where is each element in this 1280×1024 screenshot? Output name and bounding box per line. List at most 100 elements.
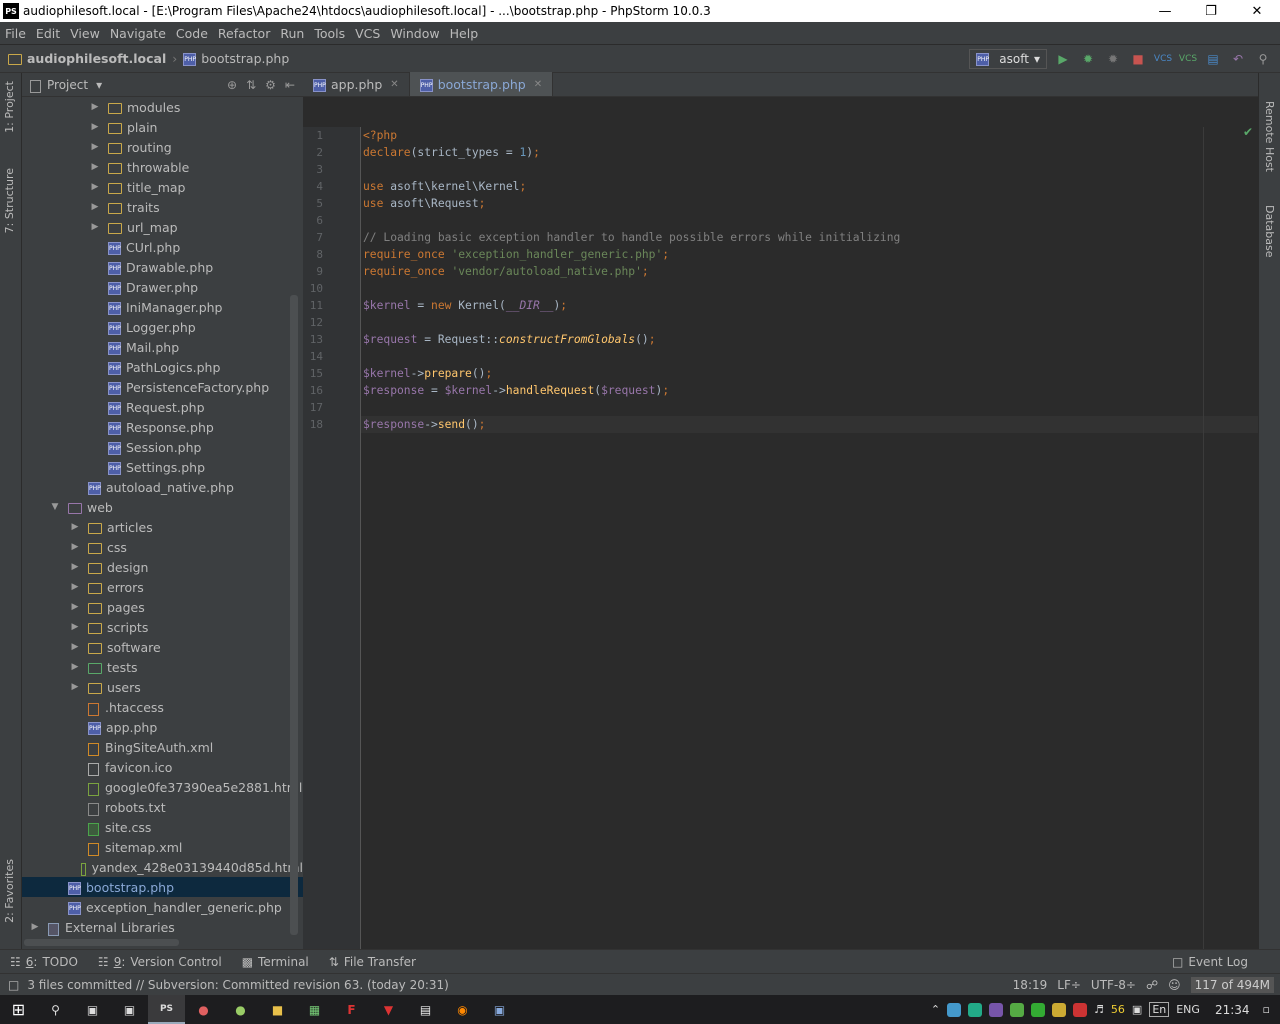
tool-version-control[interactable]: ☷ 9: Version Control <box>98 955 222 969</box>
code-line[interactable]: $kernel = new Kernel(__DIR__); <box>363 297 567 314</box>
tray-icon[interactable] <box>968 1002 983 1017</box>
network-icon[interactable]: ▣ <box>1132 1003 1142 1016</box>
expand-arrow-icon[interactable]: ▶ <box>70 622 80 632</box>
language-indicator[interactable]: ENG <box>1176 1003 1200 1016</box>
breadcrumb-project[interactable]: audiophilesoft.local <box>27 51 166 66</box>
tree-item[interactable]: ▶ design <box>22 557 303 577</box>
tab-remote-host[interactable]: Remote Host <box>1263 101 1276 172</box>
gear-icon[interactable]: ⚙ <box>265 78 276 92</box>
tree-item[interactable]: ▶ errors <box>22 577 303 597</box>
file-encoding[interactable]: UTF-8÷ <box>1091 978 1136 992</box>
code-line[interactable]: $response->send(); <box>363 416 485 433</box>
tree-item[interactable]: PHP IniManager.php <box>22 297 303 317</box>
menu-window[interactable]: Window <box>385 26 444 41</box>
code-line[interactable]: $request = Request::constructFromGlobals… <box>363 331 656 348</box>
tab-bootstrap-php[interactable]: PHP bootstrap.php ✕ <box>409 72 554 96</box>
tree-item[interactable]: ▶ software <box>22 637 303 657</box>
tray-icon[interactable] <box>1073 1002 1088 1017</box>
expand-arrow-icon[interactable]: ▶ <box>30 922 40 932</box>
tree-item[interactable]: site.css <box>22 817 303 837</box>
close-icon[interactable]: ✕ <box>534 79 542 90</box>
tree-item[interactable]: PHP Mail.php <box>22 337 303 357</box>
tree-item[interactable]: ▶ title_map <box>22 177 303 197</box>
volume-icon[interactable]: ♬ <box>1094 1003 1104 1016</box>
menu-tools[interactable]: Tools <box>309 26 350 41</box>
debug-icon[interactable]: ✹ <box>1079 50 1097 68</box>
expand-arrow-icon[interactable]: ▶ <box>70 602 80 612</box>
tree-item[interactable]: PHP Drawer.php <box>22 277 303 297</box>
tab-app-php[interactable]: PHP app.php ✕ <box>303 72 410 96</box>
caret-position[interactable]: 18:19 <box>1013 978 1048 992</box>
keyboard-layout[interactable]: En <box>1149 1002 1170 1017</box>
tree-item[interactable]: BingSiteAuth.xml <box>22 737 303 757</box>
expand-arrow-icon[interactable]: ▶ <box>90 222 100 232</box>
code-line[interactable]: require_once 'vendor/autoload_native.php… <box>363 263 649 280</box>
expand-arrow-icon[interactable]: ▶ <box>70 562 80 572</box>
status-toggle-icon[interactable]: □ <box>8 978 19 992</box>
vcs-commit-icon[interactable]: VCS <box>1179 50 1197 68</box>
tree-item[interactable]: PHP Drawable.php <box>22 257 303 277</box>
tree-item[interactable]: PHP CUrl.php <box>22 237 303 257</box>
menu-help[interactable]: Help <box>445 26 484 41</box>
file-explorer-icon[interactable]: ■ <box>259 995 296 1024</box>
line-separator[interactable]: LF÷ <box>1057 978 1081 992</box>
chevron-down-icon[interactable]: ▾ <box>96 78 102 92</box>
expand-arrow-icon[interactable]: ▶ <box>70 682 80 692</box>
tree-item[interactable]: ▶ routing <box>22 137 303 157</box>
tree-item[interactable]: ▶ users <box>22 677 303 697</box>
tree-item[interactable]: google0fe37390ea5e2881.html <box>22 777 303 797</box>
tray-icon[interactable] <box>947 1002 962 1017</box>
expand-arrow-icon[interactable]: ▶ <box>70 522 80 532</box>
code-line[interactable]: <?php <box>363 127 397 144</box>
tool-file-transfer[interactable]: ⇅ File Transfer <box>329 955 416 969</box>
tree-item[interactable]: ▶ External Libraries <box>22 917 303 937</box>
line-number-gutter[interactable]: 1 2 3 4 5 6 7 8 9 10 11 12 13 14 15 16 17 18 <box>303 127 361 949</box>
clock[interactable]: 21:34 <box>1215 1003 1250 1017</box>
expand-arrow-icon[interactable]: ▶ <box>90 142 100 152</box>
memory-indicator[interactable]: 117 of 494M <box>1190 976 1274 993</box>
minimize-button[interactable]: — <box>1142 0 1188 22</box>
scroll-from-source-icon[interactable]: ⊕ <box>227 78 237 92</box>
code-line[interactable]: require_once 'exception_handler_generic.… <box>363 246 669 263</box>
phpstorm-taskbar-icon[interactable]: PS <box>148 995 185 1024</box>
vertical-scrollbar[interactable] <box>290 295 298 935</box>
status-message[interactable]: 3 files committed // Subversion: Committ… <box>27 978 449 992</box>
lock-icon[interactable]: ☍ <box>1146 978 1158 992</box>
tool-event-log[interactable]: □ Event Log <box>1172 955 1248 969</box>
code-line[interactable]: use asoft\Request; <box>363 195 485 212</box>
expand-arrow-icon[interactable]: ▶ <box>90 182 100 192</box>
menu-navigate[interactable]: Navigate <box>105 26 171 41</box>
horizontal-scrollbar[interactable] <box>24 939 179 946</box>
close-icon[interactable]: ✕ <box>390 79 398 90</box>
tray-icon[interactable] <box>1052 1002 1067 1017</box>
tree-item[interactable]: favicon.ico <box>22 757 303 777</box>
taskbar-app-icon[interactable]: ● <box>222 995 259 1024</box>
tray-icon[interactable] <box>1010 1002 1025 1017</box>
tool-todo[interactable]: ☷ 6: TODO <box>10 955 78 969</box>
tray-number[interactable]: 56 <box>1111 1003 1125 1016</box>
close-button[interactable]: ✕ <box>1234 0 1280 22</box>
tool-terminal[interactable]: ▩ Terminal <box>242 955 309 969</box>
tree-item[interactable]: yandex_428e03139440d85d.html <box>22 857 303 877</box>
menu-run[interactable]: Run <box>275 26 309 41</box>
expand-arrow-icon[interactable]: ▶ <box>70 642 80 652</box>
hide-panel-icon[interactable]: ⇤ <box>285 78 295 92</box>
tray-icon[interactable] <box>1031 1002 1046 1017</box>
hector-icon[interactable]: ☺ <box>1168 978 1181 992</box>
expand-arrow-icon[interactable]: ▶ <box>70 582 80 592</box>
tree-item[interactable]: ▶ scripts <box>22 617 303 637</box>
code-line[interactable]: $kernel->prepare(); <box>363 365 492 382</box>
tree-item[interactable]: PHP exception_handler_generic.php <box>22 897 303 917</box>
tree-item[interactable]: robots.txt <box>22 797 303 817</box>
taskbar-app-icon[interactable]: ▣ <box>74 995 111 1024</box>
tree-item[interactable]: PHP autoload_native.php <box>22 477 303 497</box>
notepad-icon[interactable]: ▤ <box>407 995 444 1024</box>
tab-favorites[interactable]: 2: Favorites <box>3 859 16 923</box>
tree-item[interactable]: PHP bootstrap.php <box>22 877 303 897</box>
vcs-update-icon[interactable]: VCS <box>1154 50 1172 68</box>
menu-edit[interactable]: Edit <box>31 26 65 41</box>
tree-item[interactable]: PHP Logger.php <box>22 317 303 337</box>
code-line[interactable]: declare(strict_types = 1); <box>363 144 540 161</box>
firefox-icon[interactable]: ◉ <box>444 995 481 1024</box>
tree-item[interactable]: .htaccess <box>22 697 303 717</box>
